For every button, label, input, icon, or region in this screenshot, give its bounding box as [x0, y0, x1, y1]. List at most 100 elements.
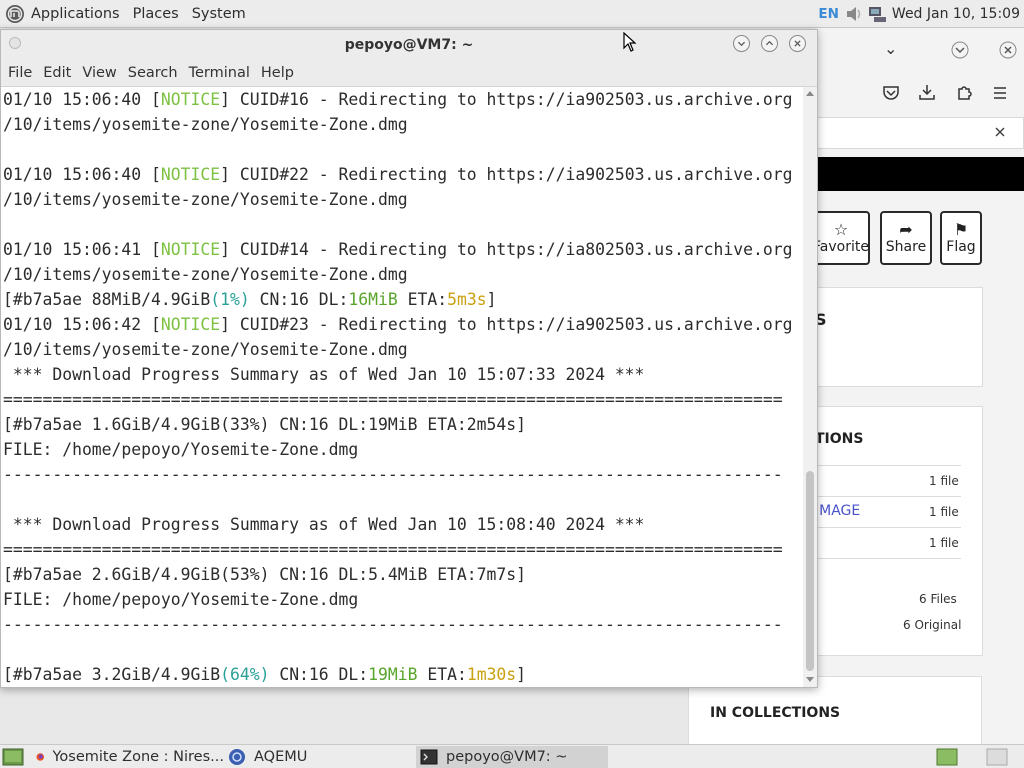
favorite-button[interactable]: ☆ Favorite [816, 211, 870, 265]
terminal-line: *** Download Progress Summary as of Wed … [3, 512, 792, 537]
scroll-up-icon[interactable] [806, 90, 814, 96]
terminal-text: 16MiB [348, 290, 398, 309]
terminal-window: pepoyo@VM7: ~ File Edit View Search Term… [0, 29, 818, 688]
flag-icon: ⚑ [953, 220, 969, 239]
window-title: pepoyo@VM7: ~ [344, 37, 474, 53]
taskbar-item-label: AQEMU [254, 749, 308, 765]
terminal-line: FILE: /home/pepoyo/Yosemite-Zone.dmg [3, 587, 792, 612]
flag-label: Flag [946, 239, 976, 255]
total-original[interactable]: 6 Original [903, 618, 961, 632]
terminal-text: ========================================… [3, 540, 783, 559]
site-nav-bar [816, 157, 1024, 191]
terminal-line: /10/items/yosemite-zone/Yosemite-Zone.dm… [3, 112, 792, 137]
close-icon[interactable] [999, 41, 1017, 59]
terminal-line: [#b7a5ae 3.2GiB/4.9GiB(64%) CN:16 DL:19M… [3, 662, 792, 687]
format-count: 1 file [929, 474, 959, 488]
terminal-text: *** Download Progress Summary as of Wed … [3, 515, 645, 534]
workspace-1-icon[interactable] [936, 748, 958, 766]
terminal-scrollbar[interactable] [803, 87, 817, 687]
network-icon[interactable] [866, 4, 888, 24]
terminal-line: ----------------------------------------… [3, 612, 792, 637]
terminal-text: 01/10 15:06:41 [ [3, 240, 161, 259]
terminal-line: 01/10 15:06:42 [NOTICE] CUID#23 - Redire… [3, 312, 792, 337]
star-icon: ☆ [833, 220, 849, 239]
share-icon: ➦ [899, 220, 913, 239]
maximize-icon[interactable] [761, 35, 778, 52]
menu-search[interactable]: Search [128, 65, 178, 81]
format-count: 1 file [929, 536, 959, 550]
terminal-text: [#b7a5ae 88MiB/4.9GiB [3, 290, 211, 309]
terminal-text: /10/items/yosemite-zone/Yosemite-Zone.dm… [3, 190, 408, 209]
scroll-down-icon[interactable] [806, 677, 814, 683]
places-menu[interactable]: Places [133, 6, 179, 22]
share-label: Share [885, 239, 927, 255]
terminal-text: /10/items/yosemite-zone/Yosemite-Zone.dm… [3, 340, 408, 359]
terminal-text: ] [516, 665, 527, 684]
volume-icon[interactable] [844, 4, 866, 24]
notice-tag: NOTICE [160, 165, 221, 184]
keyboard-layout-indicator[interactable]: EN [818, 6, 839, 22]
notice-tag: NOTICE [160, 315, 221, 334]
terminal-text: [#b7a5ae 1.6GiB/4.9GiB(33%) CN:16 DL:19M… [3, 415, 527, 434]
terminal-line: FILE: /home/pepoyo/Yosemite-Zone.dmg [3, 437, 792, 462]
close-icon[interactable] [789, 35, 806, 52]
terminal-output[interactable]: 01/10 15:06:40 [NOTICE] CUID#16 - Redire… [1, 87, 803, 687]
terminal-text: 19MiB [368, 665, 418, 684]
terminal-line: ========================================… [3, 537, 792, 562]
terminal-text: ] CUID#23 - Redirecting to https://ia902… [220, 315, 793, 334]
system-menu[interactable]: System [192, 6, 246, 22]
flag-button[interactable]: ⚑ Flag [940, 211, 982, 265]
menu-edit[interactable]: Edit [43, 65, 71, 81]
menu-view[interactable]: View [82, 65, 116, 81]
terminal-icon [420, 749, 438, 765]
pocket-icon[interactable] [882, 84, 900, 102]
terminal-text: ----------------------------------------… [3, 615, 783, 634]
total-files[interactable]: 6 Files [919, 592, 957, 606]
terminal-text: [#b7a5ae 2.6GiB/4.9GiB(53%) CN:16 DL:5.4… [3, 565, 527, 584]
in-collections-heading: IN COLLECTIONS [710, 705, 841, 721]
terminal-text: ETA: [397, 290, 448, 309]
terminal-line: /10/items/yosemite-zone/Yosemite-Zone.dm… [3, 187, 792, 212]
taskbar-item-firefox[interactable]: Yosemite Zone : Nires... [36, 746, 224, 768]
favorite-label: Favorite [816, 239, 869, 255]
terminal-text: ========================================… [3, 390, 783, 409]
chevron-down-icon[interactable]: ⌄ [884, 39, 897, 58]
terminal-menu-bar: File Edit View Search Terminal Help [1, 60, 817, 87]
terminal-text: [#b7a5ae 3.2GiB/4.9GiB [3, 665, 221, 684]
format-link-image[interactable]: IMAGE [816, 503, 860, 519]
terminal-text: 01/10 15:06:42 [ [3, 315, 161, 334]
title-bar[interactable]: pepoyo@VM7: ~ [1, 30, 817, 60]
clock[interactable]: Wed Jan 10, 15:09 [892, 6, 1020, 22]
menu-help[interactable]: Help [261, 65, 294, 81]
taskbar: Yosemite Zone : Nires... AQEMU pepoyo@VM… [0, 744, 1024, 768]
taskbar-item-terminal[interactable]: pepoyo@VM7: ~ [416, 746, 608, 768]
terminal-line: ========================================… [3, 387, 792, 412]
minimize-icon[interactable] [733, 35, 750, 52]
scrollbar-thumb[interactable] [806, 471, 814, 671]
firefox-icon [36, 753, 45, 761]
clear-icon[interactable] [993, 125, 1007, 139]
download-icon[interactable] [918, 83, 936, 101]
terminal-text: /10/items/yosemite-zone/Yosemite-Zone.dm… [3, 265, 408, 284]
terminal-line: /10/items/yosemite-zone/Yosemite-Zone.dm… [3, 262, 792, 287]
terminal-text: (1%) [210, 290, 250, 309]
terminal-line: 01/10 15:06:40 [NOTICE] CUID#22 - Redire… [3, 162, 792, 187]
share-button[interactable]: ➦ Share [880, 211, 932, 265]
taskbar-item-aqemu[interactable]: AQEMU [228, 746, 408, 768]
applications-menu[interactable]: Applications [31, 6, 120, 22]
terminal-text: FILE: /home/pepoyo/Yosemite-Zone.dmg [3, 590, 359, 609]
menu-terminal[interactable]: Terminal [189, 65, 250, 81]
terminal-line: 01/10 15:06:41 [NOTICE] CUID#14 - Redire… [3, 237, 792, 262]
show-desktop-icon[interactable] [2, 748, 24, 766]
terminal-line: 01/10 15:06:40 [NOTICE] CUID#16 - Redire… [3, 87, 792, 112]
terminal-text: FILE: /home/pepoyo/Yosemite-Zone.dmg [3, 440, 359, 459]
top-panel: Applications Places System EN Wed Jan 10… [0, 0, 1024, 28]
workspace-2-icon[interactable] [986, 748, 1008, 766]
extensions-icon[interactable] [955, 83, 973, 101]
minimize-icon[interactable] [951, 41, 969, 59]
menu-file[interactable]: File [8, 65, 32, 81]
terminal-text: CN:16 DL: [269, 665, 369, 684]
taskbar-item-label: Yosemite Zone : Nires... [52, 749, 225, 765]
mint-logo-icon[interactable] [5, 4, 25, 24]
hamburger-menu-icon[interactable] [991, 84, 1009, 102]
